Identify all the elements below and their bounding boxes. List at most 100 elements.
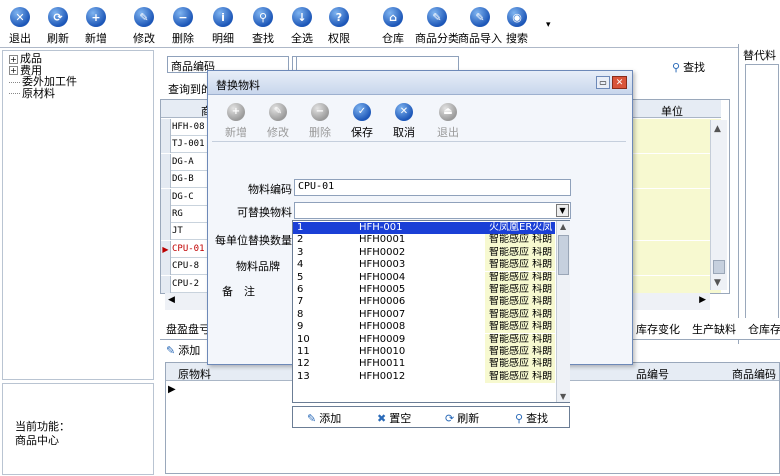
bottom-tab[interactable]: 库存变化 bbox=[636, 321, 680, 337]
dropdown-option[interactable]: 5 HFH0004 智能感应 科朗 bbox=[293, 271, 555, 284]
code-input[interactable]: CPU-01 bbox=[294, 179, 571, 196]
dialog-button-label: 取消 bbox=[393, 126, 415, 139]
dropdown-option[interactable]: 10 HFH0009 智能感应 科朗 bbox=[293, 333, 555, 346]
delete-icon: − bbox=[173, 7, 193, 27]
toolbar-exit-button[interactable]: ✕ 退出 bbox=[2, 7, 38, 46]
toolbar-more-icon[interactable]: ▾ bbox=[546, 20, 551, 30]
dropdown-option[interactable]: 11 HFH0010 智能感应 科朗 bbox=[293, 346, 555, 359]
option-name: 智能感应 科朗 bbox=[489, 321, 553, 333]
dropdown-option[interactable]: 3 HFH0002 智能感应 科朗 bbox=[293, 246, 555, 260]
restore-button[interactable]: ▭ bbox=[596, 76, 610, 89]
dropdown-add-button[interactable]: ✎ 添加 bbox=[307, 410, 341, 426]
brand-label: 物料品牌 bbox=[236, 260, 280, 273]
toolbar-refresh-button[interactable]: ⟳ 刷新 bbox=[40, 7, 76, 46]
toolbar-detail-button[interactable]: i 明细 bbox=[205, 7, 241, 46]
dropdown-option[interactable]: 7 HFH0006 智能感应 科朗 bbox=[293, 296, 555, 309]
tree-node[interactable]: 原材料 bbox=[9, 87, 55, 100]
bottom-tab[interactable]: 仓库存量 bbox=[748, 321, 780, 337]
dropdown-clear-button[interactable]: ✖ 置空 bbox=[377, 410, 411, 426]
close-button[interactable]: ✕ bbox=[612, 76, 627, 89]
refresh-icon: ⟳ bbox=[48, 7, 68, 27]
dropdown-refresh-button[interactable]: ⟳ 刷新 bbox=[445, 410, 479, 426]
current-function-panel: 当前功能： 商品中心 bbox=[2, 383, 154, 475]
dialog-cancel-button[interactable]: ✕ 取消 bbox=[386, 103, 422, 140]
edit-icon: ✎ bbox=[134, 7, 154, 27]
row-header bbox=[161, 136, 171, 154]
dropdown-option[interactable]: 13 HFH0012 智能感应 科朗 bbox=[293, 370, 555, 384]
toolbar-label: 搜索 bbox=[506, 32, 528, 45]
row-header bbox=[161, 223, 171, 241]
dropdown-arrow-icon[interactable]: ▼ bbox=[556, 204, 569, 217]
toolbar-add-button[interactable]: + 新增 bbox=[78, 7, 114, 46]
exit-icon: ⏏ bbox=[439, 103, 457, 121]
alt-material-select[interactable]: ▼ bbox=[294, 202, 571, 219]
warehouse-icon: ⌂ bbox=[383, 7, 403, 27]
dialog-edit-button[interactable]: ✎ 修改 bbox=[260, 103, 296, 140]
dialog-save-button[interactable]: ✓ 保存 bbox=[344, 103, 380, 140]
row-header bbox=[161, 258, 171, 276]
dialog-delete-button[interactable]: − 删除 bbox=[302, 103, 338, 140]
option-name: 火凤凰ER火凤 bbox=[489, 222, 553, 233]
toolbar-select-all-button[interactable]: ↓ 全选 bbox=[284, 7, 320, 46]
exit-icon: ✕ bbox=[10, 7, 30, 27]
toolbar-delete-button[interactable]: − 删除 bbox=[165, 7, 201, 46]
toolbar-label: 商品分类 bbox=[415, 32, 459, 45]
dialog-add-button[interactable]: + 新增 bbox=[218, 103, 254, 140]
bottom-tab[interactable]: 盘盈盘亏 bbox=[166, 321, 210, 337]
toolbar-label: 商品导入 bbox=[458, 32, 502, 45]
dropdown-footer-label: 刷新 bbox=[457, 412, 480, 425]
row-header bbox=[161, 171, 171, 189]
toolbar-find-button[interactable]: ⚲ 查找 bbox=[245, 7, 281, 46]
toolbar-label: 退出 bbox=[9, 32, 31, 45]
toolbar-import-button[interactable]: ✎ 商品导入 bbox=[458, 7, 502, 46]
option-code: HFH0008 bbox=[359, 321, 406, 333]
row-header bbox=[161, 119, 171, 136]
option-number: 2 bbox=[297, 234, 304, 246]
grid-vertical-scrollbar[interactable]: ▲ ▼ bbox=[710, 120, 727, 290]
toolbar-label: 权限 bbox=[328, 32, 350, 45]
option-name: 智能感应 科朗 bbox=[489, 271, 553, 283]
detail-icon: i bbox=[213, 7, 233, 27]
expand-icon[interactable]: + bbox=[9, 66, 18, 75]
dropdown-option[interactable]: 4 HFH0003 智能感应 科朗 bbox=[293, 259, 555, 272]
category-icon: ✎ bbox=[427, 7, 447, 27]
option-number: 8 bbox=[297, 308, 304, 320]
toolbar-edit-button[interactable]: ✎ 修改 bbox=[126, 7, 162, 46]
dropdown-option[interactable]: 1 HFH-001 火凤凰ER火凤 bbox=[293, 222, 555, 235]
code-label: 物料编码 bbox=[248, 183, 292, 196]
option-name: 智能感应 科朗 bbox=[489, 259, 553, 271]
option-name: 智能感应 科朗 bbox=[489, 358, 553, 370]
option-name: 智能感应 科朗 bbox=[489, 308, 553, 320]
bottom-add-button[interactable]: ✎ 添加 bbox=[166, 342, 200, 358]
dropdown-find-button[interactable]: ⚲ 查找 bbox=[515, 410, 548, 426]
alt-material-dropdown[interactable]: 1 HFH-001 火凤凰ER火凤 2 HFH0001 智能感应 科朗 3 HFH0002 智能… bbox=[292, 220, 570, 403]
row-header bbox=[161, 275, 171, 293]
toolbar-permission-button[interactable]: ? 权限 bbox=[321, 7, 357, 46]
toolbar-search-button[interactable]: ◉ 搜索 bbox=[499, 7, 535, 46]
category-tree: + 成品 + 费用 委外加工件 原材料 bbox=[2, 50, 154, 380]
expand-icon[interactable]: + bbox=[9, 54, 18, 64]
toolbar-warehouse-button[interactable]: ⌂ 仓库 bbox=[375, 7, 411, 46]
option-code: HFH0006 bbox=[359, 296, 406, 308]
toolbar-label: 仓库 bbox=[382, 32, 404, 45]
dropdown-option[interactable]: 2 HFH0001 智能感应 科朗 bbox=[293, 234, 555, 247]
option-code: HFH0002 bbox=[359, 246, 406, 258]
find-button[interactable]: ⚲ 查找 bbox=[672, 59, 705, 75]
toolbar-category-button[interactable]: ✎ 商品分类 bbox=[415, 7, 459, 46]
edit-icon: ✎ bbox=[269, 103, 287, 121]
dialog-exit-button[interactable]: ⏏ 退出 bbox=[430, 103, 466, 140]
dropdown-option[interactable]: 6 HFH0005 智能感应 科朗 bbox=[293, 284, 555, 297]
dropdown-option[interactable]: 9 HFH0008 智能感应 科朗 bbox=[293, 321, 555, 334]
bottom-tab[interactable]: 生产缺料 bbox=[692, 321, 736, 337]
dropdown-footer-label: 置空 bbox=[389, 412, 412, 425]
dropdown-option[interactable]: 12 HFH0011 智能感应 科朗 bbox=[293, 358, 555, 371]
row-code: RG bbox=[172, 209, 183, 219]
select-all-icon: ↓ bbox=[292, 7, 312, 27]
dropdown-scrollbar[interactable]: ▲ ▼ bbox=[556, 221, 570, 402]
dropdown-option[interactable]: 8 HFH0007 智能感应 科朗 bbox=[293, 308, 555, 322]
option-code: HFH0001 bbox=[359, 234, 406, 246]
row-header bbox=[161, 153, 171, 171]
cancel-icon: ✕ bbox=[395, 103, 413, 121]
bottom-col-left: 原物料 bbox=[178, 368, 211, 381]
add-icon: + bbox=[227, 103, 245, 121]
